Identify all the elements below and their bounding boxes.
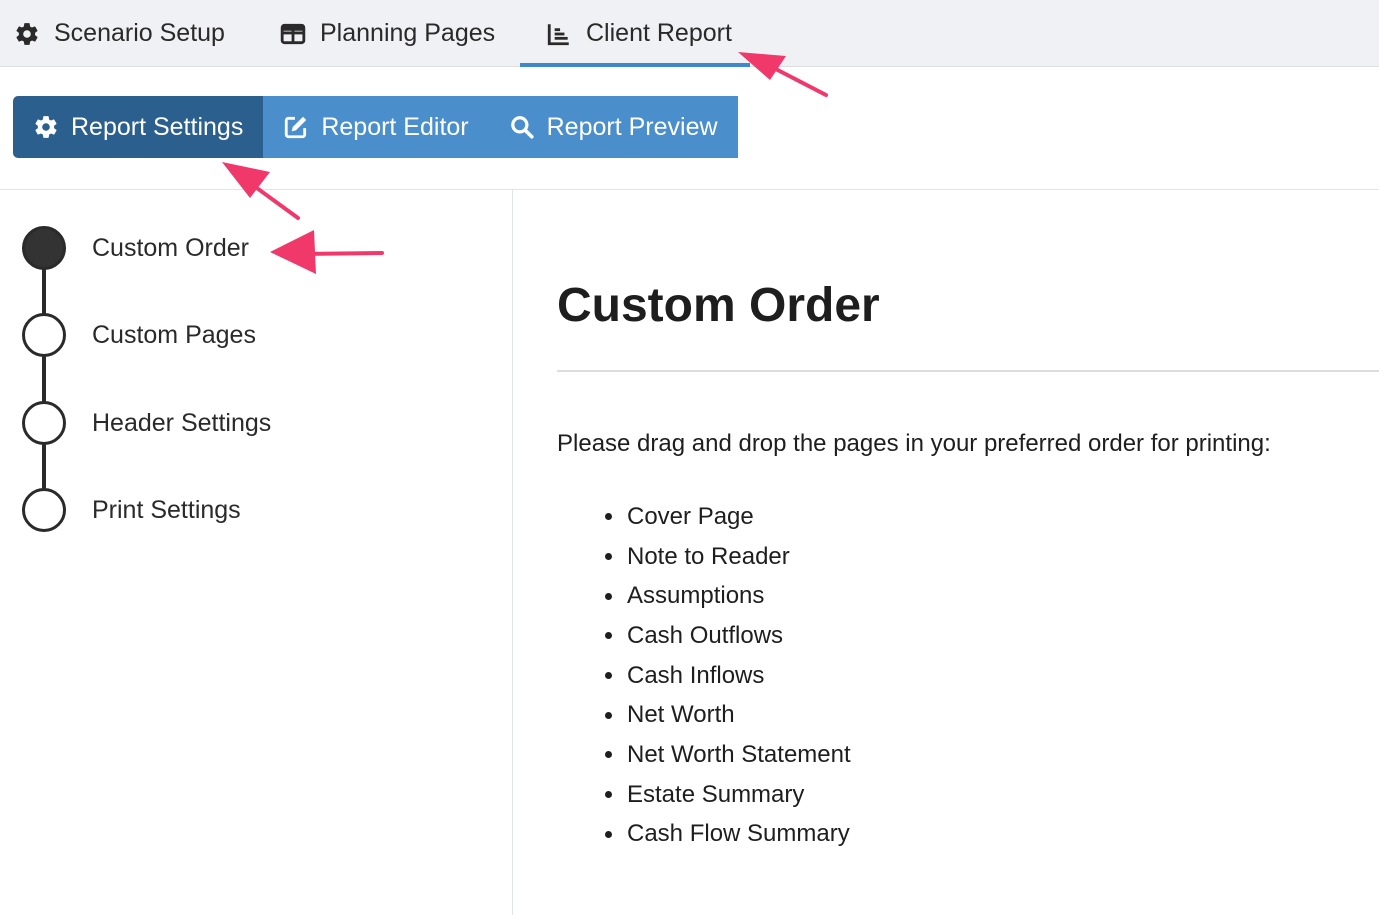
sortable-page-list: Cover Page Note to Reader Assumptions Ca… bbox=[600, 497, 851, 854]
table-icon bbox=[280, 21, 306, 47]
bullet-icon bbox=[605, 553, 612, 561]
button-label: Report Editor bbox=[321, 112, 469, 141]
edit-icon bbox=[283, 114, 309, 140]
report-editor-button[interactable]: Report Editor bbox=[263, 96, 489, 158]
step-label: Header Settings bbox=[92, 408, 272, 437]
chart-icon bbox=[546, 21, 572, 47]
bullet-icon bbox=[605, 632, 612, 640]
step-label: Print Settings bbox=[92, 495, 241, 524]
tab-label: Client Report bbox=[586, 19, 732, 47]
bullet-icon bbox=[605, 751, 612, 759]
list-item[interactable]: Net Worth Statement bbox=[600, 735, 851, 775]
list-item[interactable]: Cash Inflows bbox=[600, 656, 851, 696]
page-name: Net Worth bbox=[627, 701, 735, 729]
report-tab-group: Report Settings Report Editor Report Pre… bbox=[13, 96, 753, 158]
step-custom-order[interactable]: Custom Order bbox=[22, 226, 249, 270]
step-indicator bbox=[22, 488, 66, 532]
list-item[interactable]: Assumptions bbox=[600, 576, 851, 616]
page-name: Cash Outflows bbox=[627, 621, 784, 649]
step-indicator bbox=[22, 226, 66, 270]
list-item[interactable]: Net Worth bbox=[600, 695, 851, 735]
button-label: Report Settings bbox=[71, 112, 244, 141]
list-item[interactable]: Estate Summary bbox=[600, 775, 851, 815]
gear-icon bbox=[14, 21, 40, 47]
tab-label: Scenario Setup bbox=[54, 19, 225, 47]
page-name: Cash Flow Summary bbox=[627, 820, 850, 848]
step-label: Custom Order bbox=[92, 233, 249, 262]
page-name: Note to Reader bbox=[627, 542, 790, 570]
step-indicator bbox=[22, 313, 66, 357]
report-settings-button[interactable]: Report Settings bbox=[13, 96, 264, 158]
bullet-icon bbox=[605, 830, 612, 838]
list-item[interactable]: Note to Reader bbox=[600, 537, 851, 577]
bullet-icon bbox=[605, 592, 612, 600]
page-name: Estate Summary bbox=[627, 780, 805, 808]
bullet-icon bbox=[605, 672, 612, 680]
step-print-settings[interactable]: Print Settings bbox=[22, 488, 241, 532]
step-header-settings[interactable]: Header Settings bbox=[22, 401, 271, 445]
step-indicator bbox=[22, 401, 66, 445]
instructions-text: Please drag and drop the pages in your p… bbox=[557, 430, 1271, 457]
page-name: Net Worth Statement bbox=[627, 740, 851, 768]
tab-client-report[interactable]: Client Report bbox=[546, 0, 732, 67]
step-label: Custom Pages bbox=[92, 320, 256, 349]
page-name: Assumptions bbox=[627, 582, 765, 610]
divider bbox=[557, 370, 1379, 372]
top-navigation: Scenario Setup Planning Pages Client Rep… bbox=[0, 0, 1379, 67]
button-label: Report Preview bbox=[546, 112, 718, 141]
list-item[interactable]: Cash Outflows bbox=[600, 616, 851, 656]
bullet-icon bbox=[605, 791, 612, 799]
bullet-icon bbox=[605, 513, 612, 521]
tab-planning-pages[interactable]: Planning Pages bbox=[280, 0, 495, 67]
divider bbox=[512, 190, 513, 915]
list-item[interactable]: Cash Flow Summary bbox=[600, 815, 851, 855]
annotation-arrow-icon bbox=[270, 230, 384, 274]
tab-scenario-setup[interactable]: Scenario Setup bbox=[14, 0, 225, 67]
bullet-icon bbox=[605, 711, 612, 719]
annotation-arrow-icon bbox=[222, 162, 300, 220]
report-preview-button[interactable]: Report Preview bbox=[488, 96, 738, 158]
step-custom-pages[interactable]: Custom Pages bbox=[22, 313, 256, 357]
stepper-line bbox=[42, 250, 46, 510]
tab-label: Planning Pages bbox=[320, 19, 496, 47]
gear-icon bbox=[33, 114, 59, 140]
divider bbox=[0, 189, 1379, 190]
page-name: Cover Page bbox=[627, 502, 754, 530]
page-name: Cash Inflows bbox=[627, 661, 765, 689]
page-title: Custom Order bbox=[557, 279, 880, 332]
search-icon bbox=[509, 114, 535, 140]
list-item[interactable]: Cover Page bbox=[600, 497, 851, 537]
active-tab-indicator bbox=[520, 63, 750, 67]
